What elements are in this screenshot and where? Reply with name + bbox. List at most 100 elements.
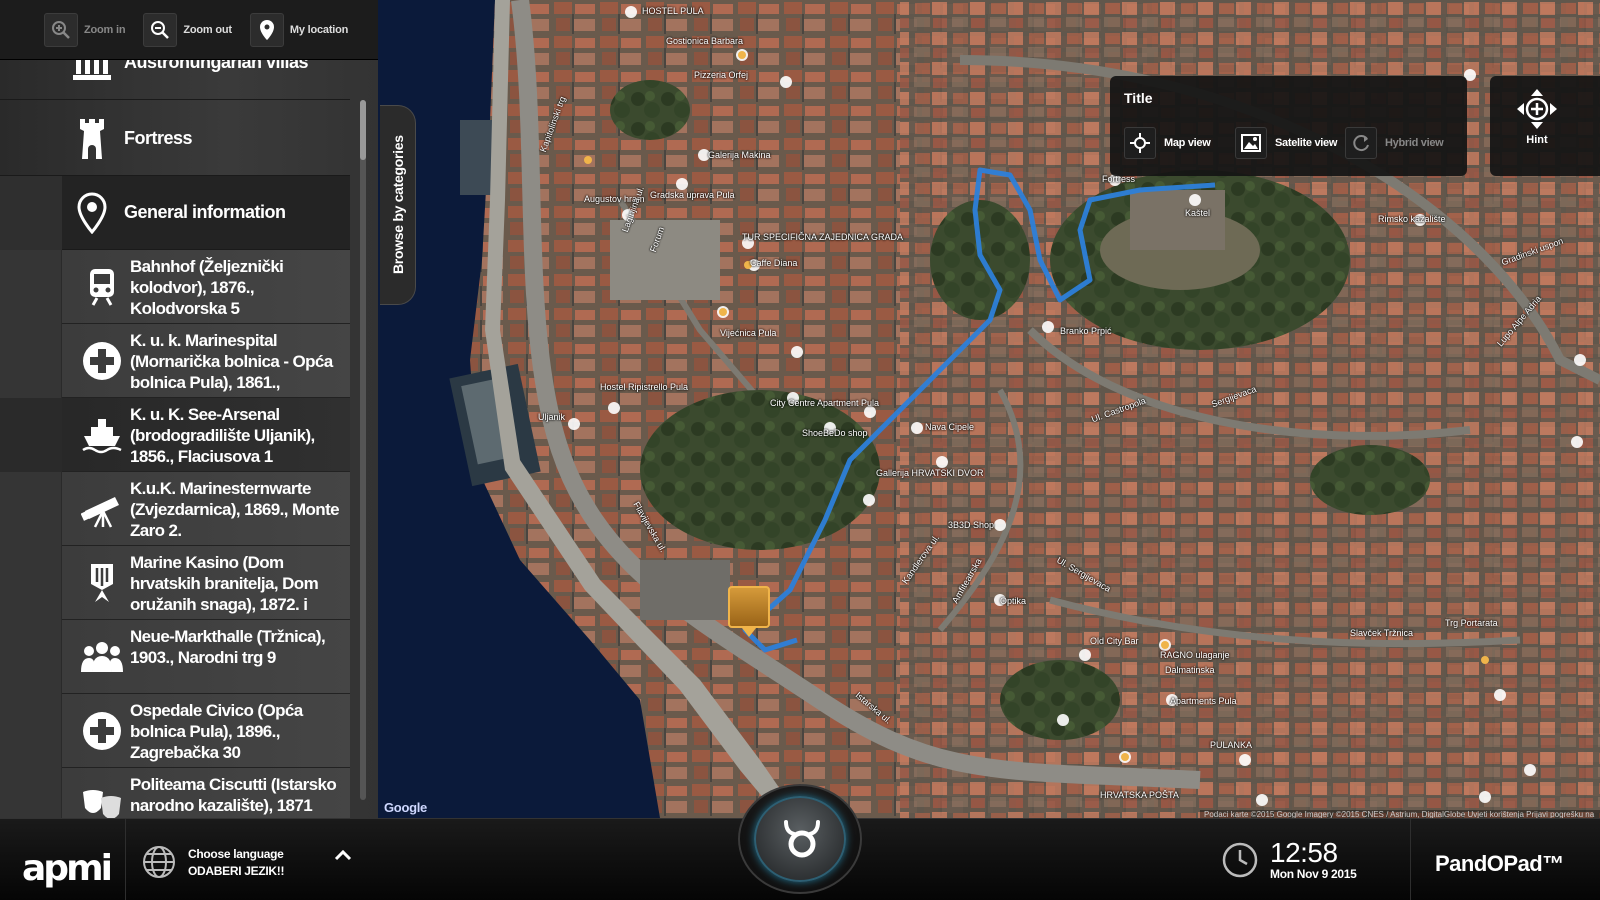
my-location-label: My location	[289, 23, 349, 36]
clock-icon	[1222, 842, 1258, 878]
zoom-out-icon	[143, 12, 178, 47]
map-label: Trg Portarata	[1445, 618, 1498, 628]
poi-label: Bahnhof (Željeznički kolodvor), 1876., K…	[130, 257, 284, 318]
map-toolbar: Zoom in Zoom out My location	[0, 0, 378, 60]
poi-label: K. u. K. See-Arsenal (brodogradilište Ul…	[130, 405, 315, 466]
category-label: Fortress	[124, 128, 193, 148]
map-label: Slavček Tržnica	[1350, 628, 1414, 638]
poi-item-marinespital[interactable]: K. u. k. Marinespital (Mornarička bolnic…	[0, 324, 350, 398]
map-view-label: Map view	[1164, 137, 1211, 149]
category-list: Austrohungarian villas Fortress General …	[0, 60, 350, 818]
google-logo: Google	[384, 800, 427, 815]
medical-cross-icon	[80, 341, 124, 381]
poi-item-bahnhof[interactable]: Bahnhof (Željeznički kolodvor), 1876., K…	[0, 250, 350, 324]
category-scrollbar[interactable]	[360, 100, 366, 800]
ship-icon	[80, 415, 124, 455]
clock-time: 12:58	[1270, 837, 1338, 868]
map-label: Gradska uprava Pula	[650, 190, 735, 200]
map-label: Old City Bar	[1090, 636, 1139, 646]
poi-item-marine-kasino[interactable]: Marine Kasino (Dom hrvatskih branitelja,…	[0, 546, 350, 620]
location-pin-icon	[249, 12, 284, 47]
pandopad-bull-icon	[784, 820, 820, 858]
map-type-panel: Title Map view Satelite view Hybrid view	[1110, 76, 1467, 176]
browse-by-categories-tab[interactable]: Browse by categories	[380, 105, 416, 305]
home-button[interactable]	[738, 784, 862, 894]
map-label: Gallerija HRVATSKI DVOR	[876, 468, 984, 478]
map-label: Branko Prpić	[1060, 326, 1112, 336]
monument-icon	[80, 563, 124, 603]
people-icon	[80, 637, 124, 677]
hint-button[interactable]: Hint	[1490, 76, 1600, 176]
map-label: PULANKA	[1210, 740, 1253, 750]
map-label: HOSTEL PULA	[642, 6, 704, 16]
map-label: Uljanik	[538, 412, 566, 422]
apmi-logo: apmi	[22, 848, 113, 889]
location-marker[interactable]	[728, 586, 770, 628]
language-selector[interactable]: Choose language ODABERI JEZIK!!	[142, 845, 284, 879]
hint-label: Hint	[1526, 134, 1548, 146]
category-austrohungarian-villas[interactable]: Austrohungarian villas	[0, 60, 350, 100]
poi-stub	[0, 546, 62, 620]
move-icon	[1124, 127, 1156, 159]
category-label: Austrohungarian villas	[124, 60, 309, 72]
map-label: RAGNO ulaganje	[1160, 650, 1230, 660]
map-attribution[interactable]: Podaci karte ©2015 Google Imagery ©2015 …	[1200, 810, 1600, 818]
satellite-view-button[interactable]: Satelite view	[1235, 126, 1337, 160]
poi-label: Marine Kasino (Dom hrvatskih branitelja,…	[130, 553, 319, 614]
refresh-icon	[1345, 127, 1377, 159]
poi-label: K. u. k. Marinespital (Mornarička bolnic…	[130, 331, 333, 392]
poi-item-see-arsenal[interactable]: K. u. K. See-Arsenal (brodogradilište Ul…	[0, 398, 350, 472]
category-scrollbar-thumb[interactable]	[360, 100, 366, 160]
map-label: Gostionica Barbara	[666, 36, 744, 46]
map-label: ShoeBeDo shop	[802, 428, 868, 438]
map-label: Caffe Diana	[750, 258, 798, 268]
zoom-out-label: Zoom out	[183, 23, 232, 36]
map-label: City Centre Apartment Pula	[770, 398, 880, 408]
category-general-information[interactable]: General information	[0, 176, 350, 250]
browse-tab-label: Browse by categories	[390, 135, 406, 274]
map-label: Nava Cipele	[925, 422, 975, 432]
poi-item-neue-markthalle[interactable]: Neue-Markthalle (Tržnica), 1903., Narodn…	[0, 620, 350, 694]
chevron-up-icon[interactable]	[334, 849, 352, 861]
location-marker-tip	[742, 628, 756, 637]
poi-item-marinesternwarte[interactable]: K.u.K. Marinesternwarte (Zvjezdarnica), …	[0, 472, 350, 546]
theater-masks-icon	[80, 785, 124, 818]
map-label: Vijećnica Pula	[720, 328, 777, 338]
zoom-in-icon	[44, 12, 78, 47]
poi-label: Neue-Markthalle (Tržnica), 1903., Narodn…	[130, 627, 326, 667]
clock-date: Mon Nov 9 2015	[1270, 867, 1357, 881]
hybrid-view-label: Hybrid view	[1385, 137, 1444, 149]
zoom-out-button[interactable]: Zoom out	[143, 0, 232, 60]
poi-item-ospedale-civico[interactable]: Ospedale Civico (Opća bolnica Pula), 189…	[0, 694, 350, 768]
poi-label: Ospedale Civico (Opća bolnica Pula), 189…	[130, 701, 303, 762]
poi-stub	[0, 694, 62, 768]
poi-stub	[0, 250, 62, 324]
tower-icon	[68, 117, 116, 161]
map-label: Pizzeria Orfej	[694, 70, 749, 80]
poi-stub	[0, 620, 62, 694]
poi-stub	[0, 768, 62, 818]
divider	[1410, 819, 1411, 900]
active-band	[0, 176, 62, 250]
satellite-view-label: Satelite view	[1275, 137, 1338, 149]
map-view-button[interactable]: Map view	[1124, 126, 1211, 160]
poi-stub	[0, 398, 62, 472]
medical-cross-icon	[80, 711, 124, 751]
map-label: Dalmatinska	[1165, 665, 1215, 675]
columns-icon	[68, 60, 116, 81]
category-fortress[interactable]: Fortress	[0, 102, 350, 176]
poi-item-politeama-ciscutti[interactable]: Politeama Ciscutti (Istarsko narodno kaz…	[0, 768, 350, 818]
map-panel-title: Title	[1124, 90, 1153, 106]
map-label: TUR SPECIFIČNA ZAJEDNICA GRADA	[742, 232, 904, 242]
sidebar: Austrohungarian villas Fortress General …	[0, 0, 378, 818]
poi-label: Politeama Ciscutti (Istarsko narodno kaz…	[130, 775, 337, 815]
my-location-button[interactable]: My location	[249, 0, 349, 60]
choose-language-label: Choose language	[188, 846, 284, 861]
hybrid-view-button[interactable]: Hybrid view	[1345, 126, 1444, 160]
divider	[125, 819, 126, 900]
map-label: Apartments Pula	[1170, 696, 1237, 706]
pandopad-logo: PandOPad™	[1435, 851, 1564, 876]
home-button-ring	[754, 796, 846, 882]
telescope-icon	[80, 489, 124, 529]
zoom-in-button[interactable]: Zoom in	[44, 0, 126, 60]
